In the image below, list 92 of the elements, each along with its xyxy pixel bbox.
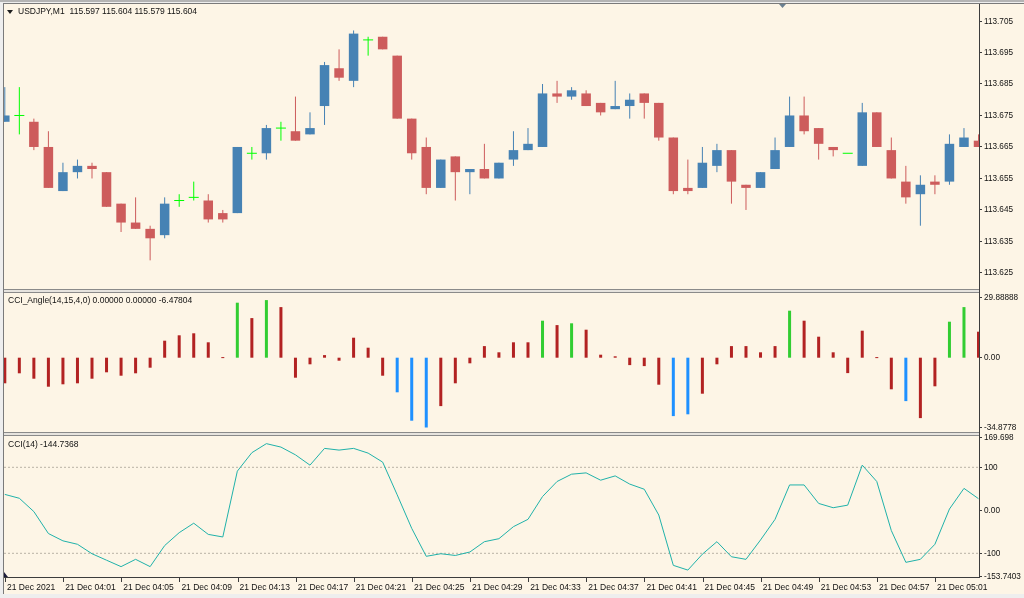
candlestick [421, 137, 431, 195]
candlestick [348, 30, 359, 88]
candlestick [552, 80, 562, 103]
candlestick [930, 175, 940, 195]
candlestick [174, 194, 185, 207]
candlestick [72, 159, 83, 179]
candlestick [799, 96, 809, 135]
axis-label: 113.705 [980, 16, 1013, 26]
axis-label: -153.7403 [980, 571, 1021, 581]
candlestick [450, 156, 461, 201]
candlestick [944, 134, 955, 185]
candlestick [232, 146, 243, 214]
axis-label: 0.00 [980, 353, 1000, 363]
candlestick [668, 137, 679, 195]
candlestick [261, 124, 272, 160]
candlestick [218, 209, 228, 223]
candlestick [683, 159, 693, 195]
candlestick [494, 162, 504, 179]
candlestick [334, 49, 344, 81]
candlestick [872, 112, 882, 147]
candlestick [959, 128, 969, 147]
axis-label: 169.698 [980, 432, 1014, 442]
candlestick [741, 184, 751, 210]
candlestick [581, 90, 591, 107]
price-readout: 115.597 115.604 115.579 115.604 [69, 6, 198, 17]
indicator-title: CCI_Angle(14,15,4,0) 0.00000 0.00000 -6.47804 [8, 295, 193, 306]
axis-label: 113.665 [980, 142, 1013, 152]
candlestick [275, 121, 286, 141]
candlestick [828, 146, 838, 157]
candlestick [436, 159, 446, 188]
axis-label: -34.8778 [980, 422, 1017, 432]
candlestick [14, 87, 25, 135]
chart-title: USDJPY,M1 [18, 6, 65, 17]
candlestick [755, 172, 766, 188]
axis-label: 113.685 [980, 79, 1013, 89]
candlestick [479, 143, 490, 179]
candlestick [523, 128, 533, 151]
axis-label: 113.625 [980, 268, 1013, 278]
axis-label: 113.645 [980, 205, 1013, 215]
candlestick [726, 150, 737, 204]
candlestick [886, 137, 897, 179]
candlestick [857, 102, 867, 166]
candlestick [813, 128, 824, 160]
axis-label: 113.695 [980, 48, 1013, 57]
candlestick [29, 118, 39, 151]
triangle-marker-icon[interactable] [779, 4, 786, 8]
candlestick [159, 197, 170, 239]
candlestick [87, 162, 97, 179]
candlestick [319, 61, 330, 125]
candlestick [537, 84, 548, 147]
candlestick [188, 181, 199, 201]
candlestick [130, 197, 141, 229]
candlestick [566, 87, 577, 100]
candlestick [43, 131, 54, 188]
candlestick [101, 172, 112, 207]
candlestick [595, 102, 606, 116]
corner-triangle-icon [4, 572, 8, 577]
candlestick [639, 93, 649, 119]
candlestick [4, 87, 10, 122]
axis-label: -100 [980, 548, 1001, 558]
candlestick [712, 143, 722, 173]
candlestick [392, 55, 402, 119]
candlestick [842, 152, 853, 154]
candlestick [58, 162, 68, 192]
candlestick [654, 102, 664, 141]
candlestick [116, 203, 126, 232]
axis-label: 113.675 [980, 110, 1013, 120]
indicator-title: CCI(14) -144.7368 [8, 439, 79, 450]
candlestick [363, 36, 374, 56]
axis-label: 113.655 [980, 173, 1013, 183]
candlestick [610, 80, 620, 110]
candlestick [203, 194, 213, 223]
candlestick [784, 96, 795, 147]
candlestick [406, 118, 417, 160]
candlestick [290, 96, 301, 141]
candlestick [377, 36, 388, 50]
candlestick [901, 165, 911, 204]
candlestick [145, 225, 155, 261]
axis-label: 29.88888 [980, 293, 1019, 303]
candlestick [465, 169, 475, 195]
axis-label: 113.635 [980, 236, 1013, 246]
candlestick [770, 137, 780, 169]
candlestick [915, 175, 926, 226]
candlestick [624, 93, 635, 119]
axis-label: 0.00 [980, 505, 1000, 515]
caret-down-icon[interactable] [7, 9, 13, 14]
candlestick [697, 146, 708, 188]
candlestick [305, 112, 315, 135]
candlestick [508, 131, 519, 166]
candlestick [973, 134, 979, 147]
axis-label: 100 [980, 462, 998, 472]
candlestick [246, 146, 257, 160]
